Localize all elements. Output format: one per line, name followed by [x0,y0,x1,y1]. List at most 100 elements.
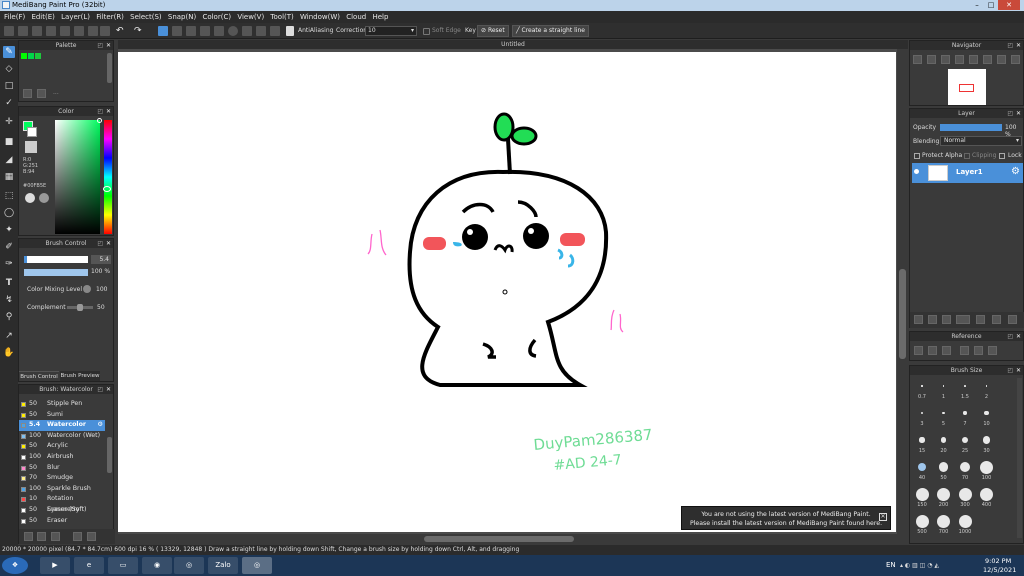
brush-list-item[interactable]: 10 Rotation Symmetry [19,494,105,513]
redo-icon[interactable]: ↷ [134,26,144,36]
close-icon[interactable]: ✕ [106,385,111,394]
brush-size-value[interactable]: 5.4 [91,255,111,264]
close-icon[interactable]: ✕ [1016,332,1021,341]
palette-scrollbar[interactable] [107,53,112,83]
operation-tool-icon[interactable]: ↗ [3,330,15,342]
hue-cursor[interactable] [103,186,111,192]
layer-menu-icon[interactable] [956,315,970,324]
brush-list-item[interactable]: 100 Sparkle Brush [19,484,105,495]
brush-list-item[interactable]: 100 Watercolor (Wet) [19,431,105,442]
fill-ruler-icon[interactable] [186,26,196,36]
brush-list-item[interactable]: 50 Blur [19,463,105,474]
clipping-checkbox[interactable] [964,153,970,159]
home-icon[interactable] [4,26,14,36]
protect-alpha-checkbox[interactable] [914,153,920,159]
palette-swatch[interactable] [21,53,27,59]
upload-reference-icon[interactable] [914,346,923,355]
new-halftone-layer-icon[interactable] [928,315,937,324]
new-file-icon[interactable] [18,26,28,36]
brush-size-option[interactable]: 10 [977,405,997,427]
language-indicator[interactable]: EN [886,561,896,569]
zoom-out-reference-icon[interactable] [988,346,997,355]
brush-tool-icon[interactable]: ✎ [3,46,15,58]
color-mix-icon[interactable] [39,193,49,203]
brush-size-option[interactable]: 40 [912,459,932,481]
divide-tool-icon[interactable]: ↯ [3,294,15,306]
save-icon[interactable] [60,26,70,36]
chrome-2-icon[interactable]: ◎ [242,557,272,574]
tab-brush-control[interactable]: Brush Control [19,371,59,381]
new-8bit-layer-icon[interactable] [942,315,951,324]
brush-size-option[interactable]: 30 [977,432,997,454]
menu-color[interactable]: Color(C) [202,11,231,23]
close-icon[interactable]: ✕ [1016,41,1021,50]
bucket-tool-icon[interactable]: ◢ [3,154,15,166]
gear-icon[interactable]: ⚙ [1011,166,1020,177]
lasso-tool-icon[interactable]: ◯ [3,207,15,219]
menu-tool[interactable]: Tool(T) [270,11,293,23]
brush-size-option[interactable]: 200 [934,486,954,508]
radial-icon[interactable] [214,26,224,36]
close-button[interactable]: ✕ [998,0,1020,10]
brush-size-option[interactable]: 5 [934,405,954,427]
delete-color-icon[interactable] [37,89,46,98]
folder-icon[interactable] [976,315,985,324]
reset-view-icon[interactable] [1011,55,1020,64]
gear-icon[interactable]: ⚙ [97,420,103,431]
menu-help[interactable]: Help [372,11,388,23]
symmetry-icon[interactable] [256,26,266,36]
brush-size-option[interactable]: 400 [977,486,997,508]
eraser-tool-icon[interactable]: ◇ [3,63,15,75]
folder-icon[interactable] [87,532,96,541]
notice-line-2[interactable]: Please install the latest version of Med… [682,519,890,528]
brush-size-option[interactable]: 700 [934,513,954,535]
brush-size-slider[interactable] [24,256,88,263]
undo-icon[interactable]: ↶ [116,26,126,36]
snap-settings-icon[interactable] [270,26,280,36]
palette-swatch[interactable] [35,53,41,59]
close-icon[interactable]: ✕ [106,41,111,50]
dock-icon[interactable]: ◰ [1007,332,1013,341]
brush-size-option[interactable]: 20 [934,432,954,454]
menu-select[interactable]: Select(S) [130,11,162,23]
rotate-left-icon[interactable] [969,55,978,64]
gradient-tool-icon[interactable]: ▦ [3,171,15,183]
dock-icon[interactable]: ◰ [1007,41,1013,50]
copy-brush-icon[interactable] [73,532,82,541]
rotate-right-icon[interactable] [997,55,1006,64]
layout-icon[interactable] [88,26,98,36]
tray-arrow-icon[interactable]: ▴ ◐ ▥ ◫ ◔ ◭ [900,562,939,569]
brush-list-item[interactable]: 50 Acrylic [19,441,105,452]
canvas-area[interactable]: DuyPam286387 #AD 24-7 You are not using … [118,49,908,544]
close-icon[interactable]: ✕ [106,239,111,248]
zoom-in-reference-icon[interactable] [960,346,969,355]
fill-shape-tool-icon[interactable]: ■ [3,136,15,148]
open-icon[interactable] [46,26,56,36]
hue-slider[interactable] [103,120,112,234]
fit-icon[interactable] [941,55,950,64]
brush-list-scrollbar[interactable] [107,437,112,473]
dot-tool-icon[interactable]: □ [3,80,15,92]
pen-mode-icon[interactable] [158,26,168,36]
concentric-icon[interactable] [242,26,252,36]
menu-view[interactable]: View(V) [237,11,264,23]
lock-checkbox[interactable] [999,153,1005,159]
menu-edit[interactable]: Edit(E) [31,11,54,23]
canvas-horizontal-scrollbar[interactable] [118,534,897,544]
canvas-vertical-scrollbar[interactable] [897,49,908,544]
mixing-knob[interactable] [83,285,91,293]
straight-line-button[interactable]: ╱ Create a straight line [512,25,589,37]
palette-swatch[interactable] [28,53,34,59]
ie-icon[interactable]: e [74,557,104,574]
close-icon[interactable]: ✕ [1016,366,1021,375]
zoom-out-icon[interactable] [927,55,936,64]
brush-tool-2-icon[interactable]: ✓ [3,97,15,109]
brush-size-option[interactable]: 0.7 [912,378,932,400]
notice-close-button[interactable]: ✕ [879,513,887,521]
brush-list-item[interactable]: 50 Sumi [19,410,105,421]
dock-icon[interactable]: ◰ [97,385,103,394]
soft-edge-checkbox[interactable] [423,28,430,35]
brush-size-option[interactable]: 2 [977,378,997,400]
navigator-preview[interactable] [948,69,986,105]
canvas-paper[interactable]: DuyPam286387 #AD 24-7 You are not using … [118,52,896,532]
